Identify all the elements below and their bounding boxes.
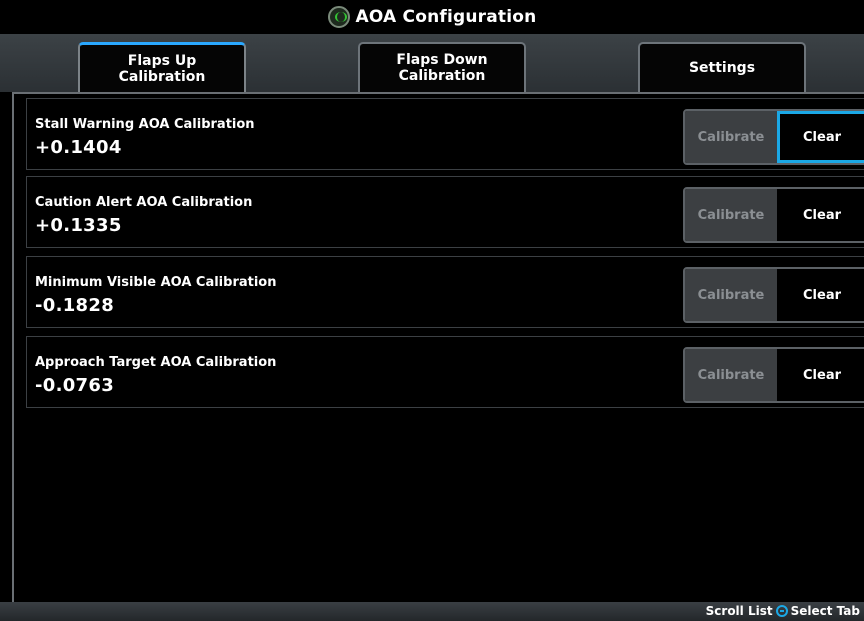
calibration-button-group: Calibrate Clear [683,347,864,403]
calibration-button-group: Calibrate Clear [683,109,864,165]
tab-strip: Flaps Up Calibration Flaps Down Calibrat… [0,34,864,92]
calibration-value: -0.1828 [35,295,115,316]
calibration-button-group: Calibrate Clear [683,187,864,243]
calibrate-button[interactable]: Calibrate [685,269,777,321]
calibrate-button[interactable]: Calibrate [685,111,777,163]
title-bar: AOA Configuration [0,0,864,34]
calibration-label: Caution Alert AOA Calibration [35,195,253,210]
list-item: Minimum Visible AOA Calibration -0.1828 … [26,256,864,328]
calibration-label: Stall Warning AOA Calibration [35,117,255,132]
calibration-label: Approach Target AOA Calibration [35,355,277,370]
scroll-list-hint: Scroll List [705,604,773,618]
list-item: Stall Warning AOA Calibration +0.1404 Ca… [26,98,864,170]
calibration-label: Minimum Visible AOA Calibration [35,275,277,290]
page-title: AOA Configuration [355,7,537,27]
calibration-value: -0.0763 [35,375,115,396]
clear-button[interactable]: Clear [777,189,864,241]
clear-button[interactable]: Clear [777,349,864,401]
status-bar: Scroll List Select Tab [0,602,864,621]
title-group: AOA Configuration [327,6,537,28]
knob-hint: Scroll List Select Tab [706,604,860,618]
calibration-value: +0.1335 [35,215,122,236]
calibration-value: +0.1404 [35,137,122,158]
calibration-button-group: Calibrate Clear [683,267,864,323]
tab-settings[interactable]: Settings [638,42,806,92]
list-item: Caution Alert AOA Calibration +0.1335 Ca… [26,176,864,248]
tab-content-panel: Stall Warning AOA Calibration +0.1404 Ca… [12,92,864,602]
calibrate-button[interactable]: Calibrate [685,189,777,241]
aoa-icon [327,6,350,28]
tab-flaps-up-calibration[interactable]: Flaps Up Calibration [78,42,246,92]
tab-flaps-down-calibration[interactable]: Flaps Down Calibration [358,42,526,92]
clear-button[interactable]: Clear [777,111,864,163]
knob-icon [775,605,788,617]
list-item: Approach Target AOA Calibration -0.0763 … [26,336,864,408]
select-tab-hint: Select Tab [790,604,860,618]
clear-button[interactable]: Clear [777,269,864,321]
calibrate-button[interactable]: Calibrate [685,349,777,401]
